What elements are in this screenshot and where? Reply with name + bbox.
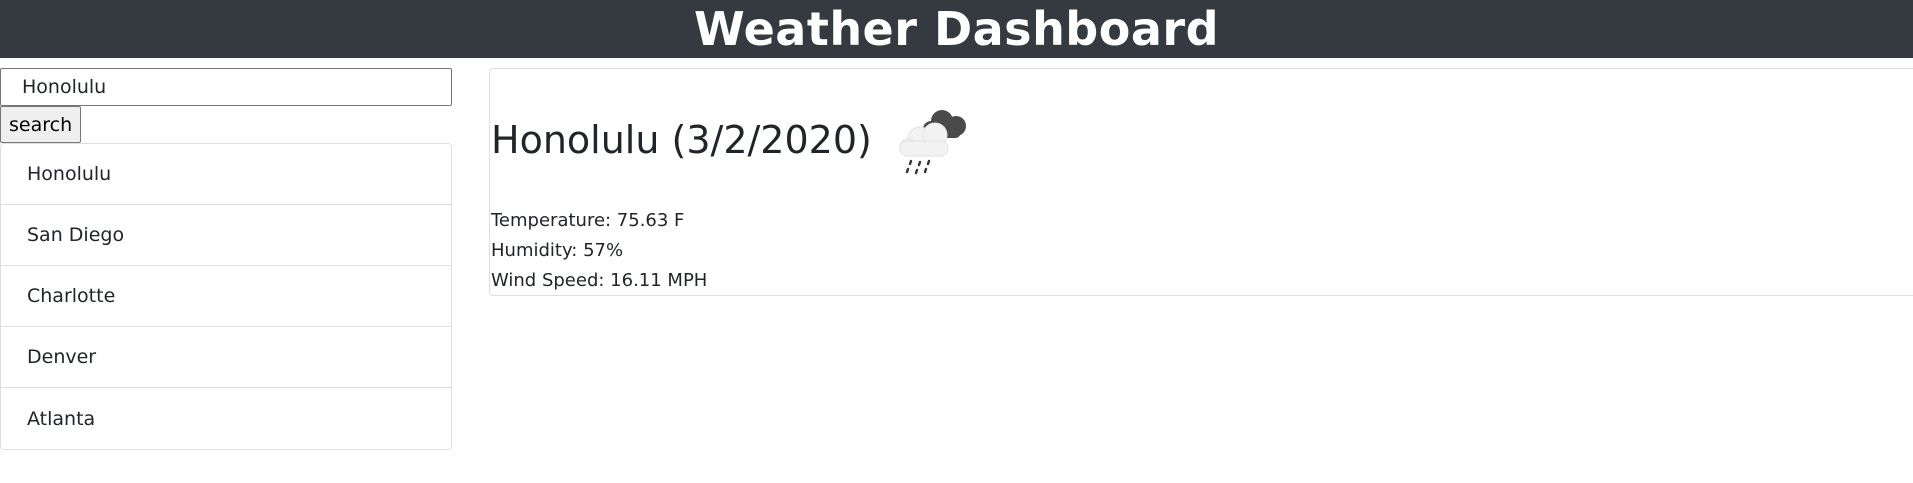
city-title: Honolulu (3/2/2020) bbox=[491, 118, 872, 162]
history-item-atlanta[interactable]: Atlanta bbox=[1, 388, 451, 449]
sidebar: search Honolulu San Diego Charlotte Denv… bbox=[0, 68, 452, 450]
temperature-text: Temperature: 75.63 F bbox=[491, 210, 685, 231]
app-header: Weather Dashboard bbox=[0, 0, 1913, 58]
page-title: Weather Dashboard bbox=[693, 2, 1219, 56]
search-button[interactable]: search bbox=[0, 106, 82, 143]
current-weather-card: Honolulu (3/2/2020) Temperature: 75.63 F… bbox=[489, 68, 1913, 296]
history-item-charlotte[interactable]: Charlotte bbox=[1, 266, 451, 327]
humidity-text: Humidity: 57% bbox=[491, 240, 624, 261]
history-item-san-diego[interactable]: San Diego bbox=[1, 205, 451, 266]
search-input[interactable] bbox=[0, 68, 452, 106]
search-history-list: Honolulu San Diego Charlotte Denver Atla… bbox=[0, 143, 452, 450]
city-heading: Honolulu (3/2/2020) bbox=[491, 101, 974, 179]
history-item-denver[interactable]: Denver bbox=[1, 327, 451, 388]
history-item-honolulu[interactable]: Honolulu bbox=[1, 144, 451, 205]
wind-speed-text: Wind Speed: 16.11 MPH bbox=[491, 270, 708, 291]
rain-cloud-icon bbox=[890, 101, 974, 179]
